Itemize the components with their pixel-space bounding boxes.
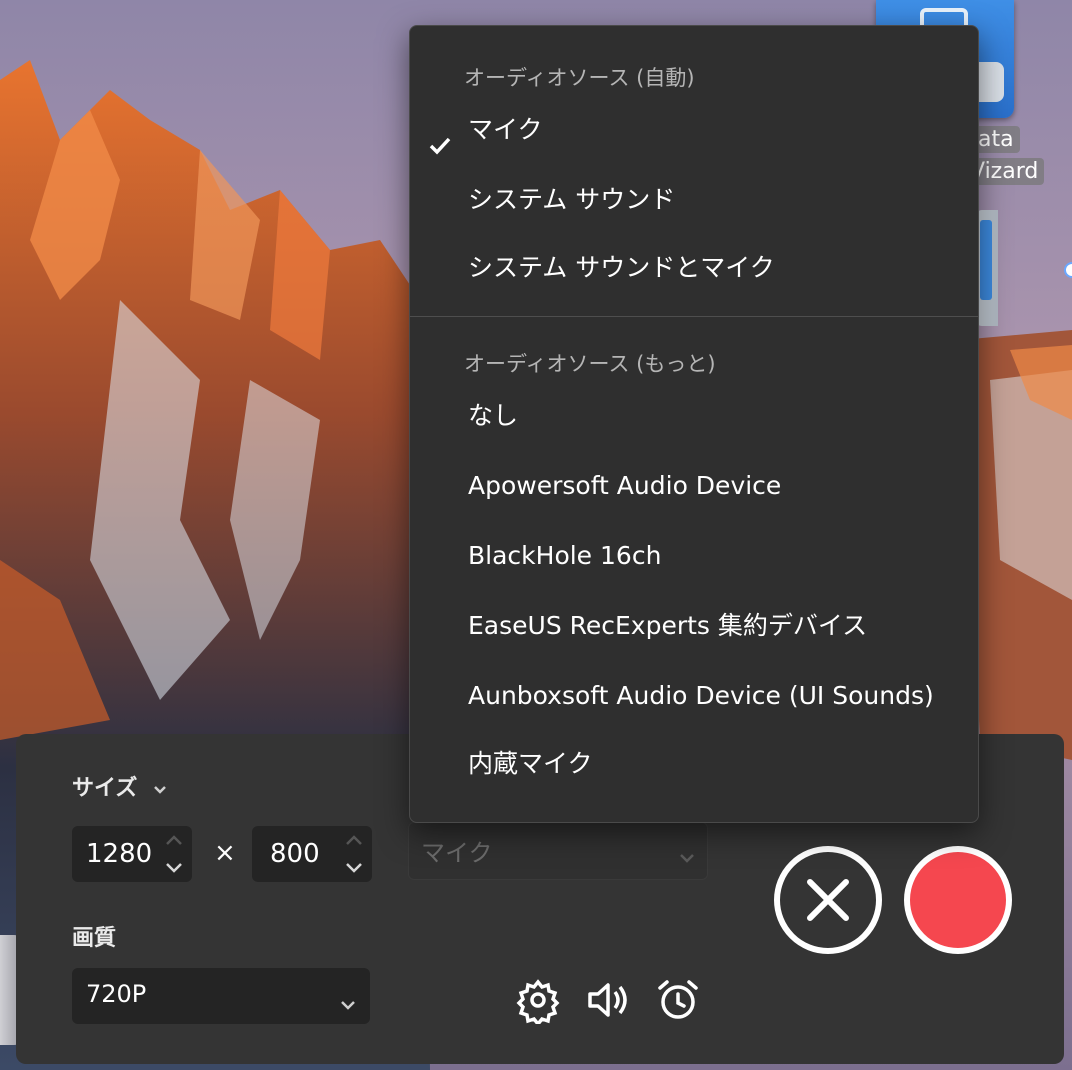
chevron-down-icon xyxy=(340,988,356,1016)
stepper-arrows-icon[interactable] xyxy=(164,830,184,878)
menu-item-none[interactable]: なし xyxy=(410,388,978,444)
menu-item-label: BlackHole 16ch xyxy=(468,541,662,570)
chevron-down-icon xyxy=(679,841,695,869)
menu-section-header-auto: オーディオソース (自動) xyxy=(464,66,695,90)
height-stepper[interactable]: 800 xyxy=(252,826,372,882)
menu-item-label: Apowersoft Audio Device xyxy=(468,471,782,500)
menu-item-mic[interactable]: マイク xyxy=(410,102,978,158)
quality-value: 720P xyxy=(86,980,147,1008)
cancel-button[interactable] xyxy=(774,846,882,954)
audio-source-select[interactable]: マイク xyxy=(408,822,708,880)
record-button[interactable] xyxy=(904,846,1012,954)
times-symbol: × xyxy=(214,838,236,868)
settings-gear-icon[interactable] xyxy=(514,976,562,1027)
desktop-drive-icon[interactable] xyxy=(976,210,998,326)
width-value: 1280 xyxy=(86,839,153,869)
chevron-down-icon xyxy=(153,780,167,799)
size-label-text: サイズ xyxy=(72,776,138,801)
menu-item-system-sound[interactable]: システム サウンド xyxy=(410,172,978,228)
menu-item-label: EaseUS RecExperts 集約デバイス xyxy=(468,611,868,640)
size-label[interactable]: サイズ xyxy=(72,770,167,802)
menu-item-system-sound-and-mic[interactable]: システム サウンドとマイク xyxy=(410,240,978,296)
check-icon xyxy=(428,120,452,176)
stepper-arrows-icon[interactable] xyxy=(344,830,364,878)
speaker-icon[interactable] xyxy=(584,976,632,1024)
menu-item-label: システム サウンドとマイク xyxy=(468,253,775,282)
alarm-clock-icon[interactable] xyxy=(654,976,702,1024)
menu-section-header-more: オーディオソース (もっと) xyxy=(464,352,716,376)
audio-source-value: マイク xyxy=(421,839,493,867)
menu-item-blackhole[interactable]: BlackHole 16ch xyxy=(410,528,978,584)
height-value: 800 xyxy=(270,839,320,869)
menu-separator xyxy=(410,316,978,317)
menu-item-aunboxsoft[interactable]: Aunboxsoft Audio Device (UI Sounds) xyxy=(410,668,978,724)
menu-item-label: なし xyxy=(468,401,519,430)
menu-item-label: Aunboxsoft Audio Device (UI Sounds) xyxy=(468,681,934,710)
menu-item-easeus[interactable]: EaseUS RecExperts 集約デバイス xyxy=(410,598,978,654)
menu-item-apowersoft[interactable]: Apowersoft Audio Device xyxy=(410,458,978,514)
quality-select[interactable]: 720P xyxy=(72,968,370,1024)
menu-item-label: システム サウンド xyxy=(468,185,676,214)
width-stepper[interactable]: 1280 xyxy=(72,826,192,882)
menu-item-builtin-mic[interactable]: 内蔵マイク xyxy=(410,736,978,792)
audio-source-menu: オーディオソース (自動) マイク システム サウンド システム サウンドとマイ… xyxy=(409,25,979,823)
close-x-icon xyxy=(807,879,849,921)
menu-item-label: マイク xyxy=(468,115,543,144)
desktop-icon-label-line1[interactable]: ata xyxy=(972,126,1020,153)
menu-item-label: 内蔵マイク xyxy=(468,749,593,778)
quality-label: 画質 xyxy=(72,926,117,951)
